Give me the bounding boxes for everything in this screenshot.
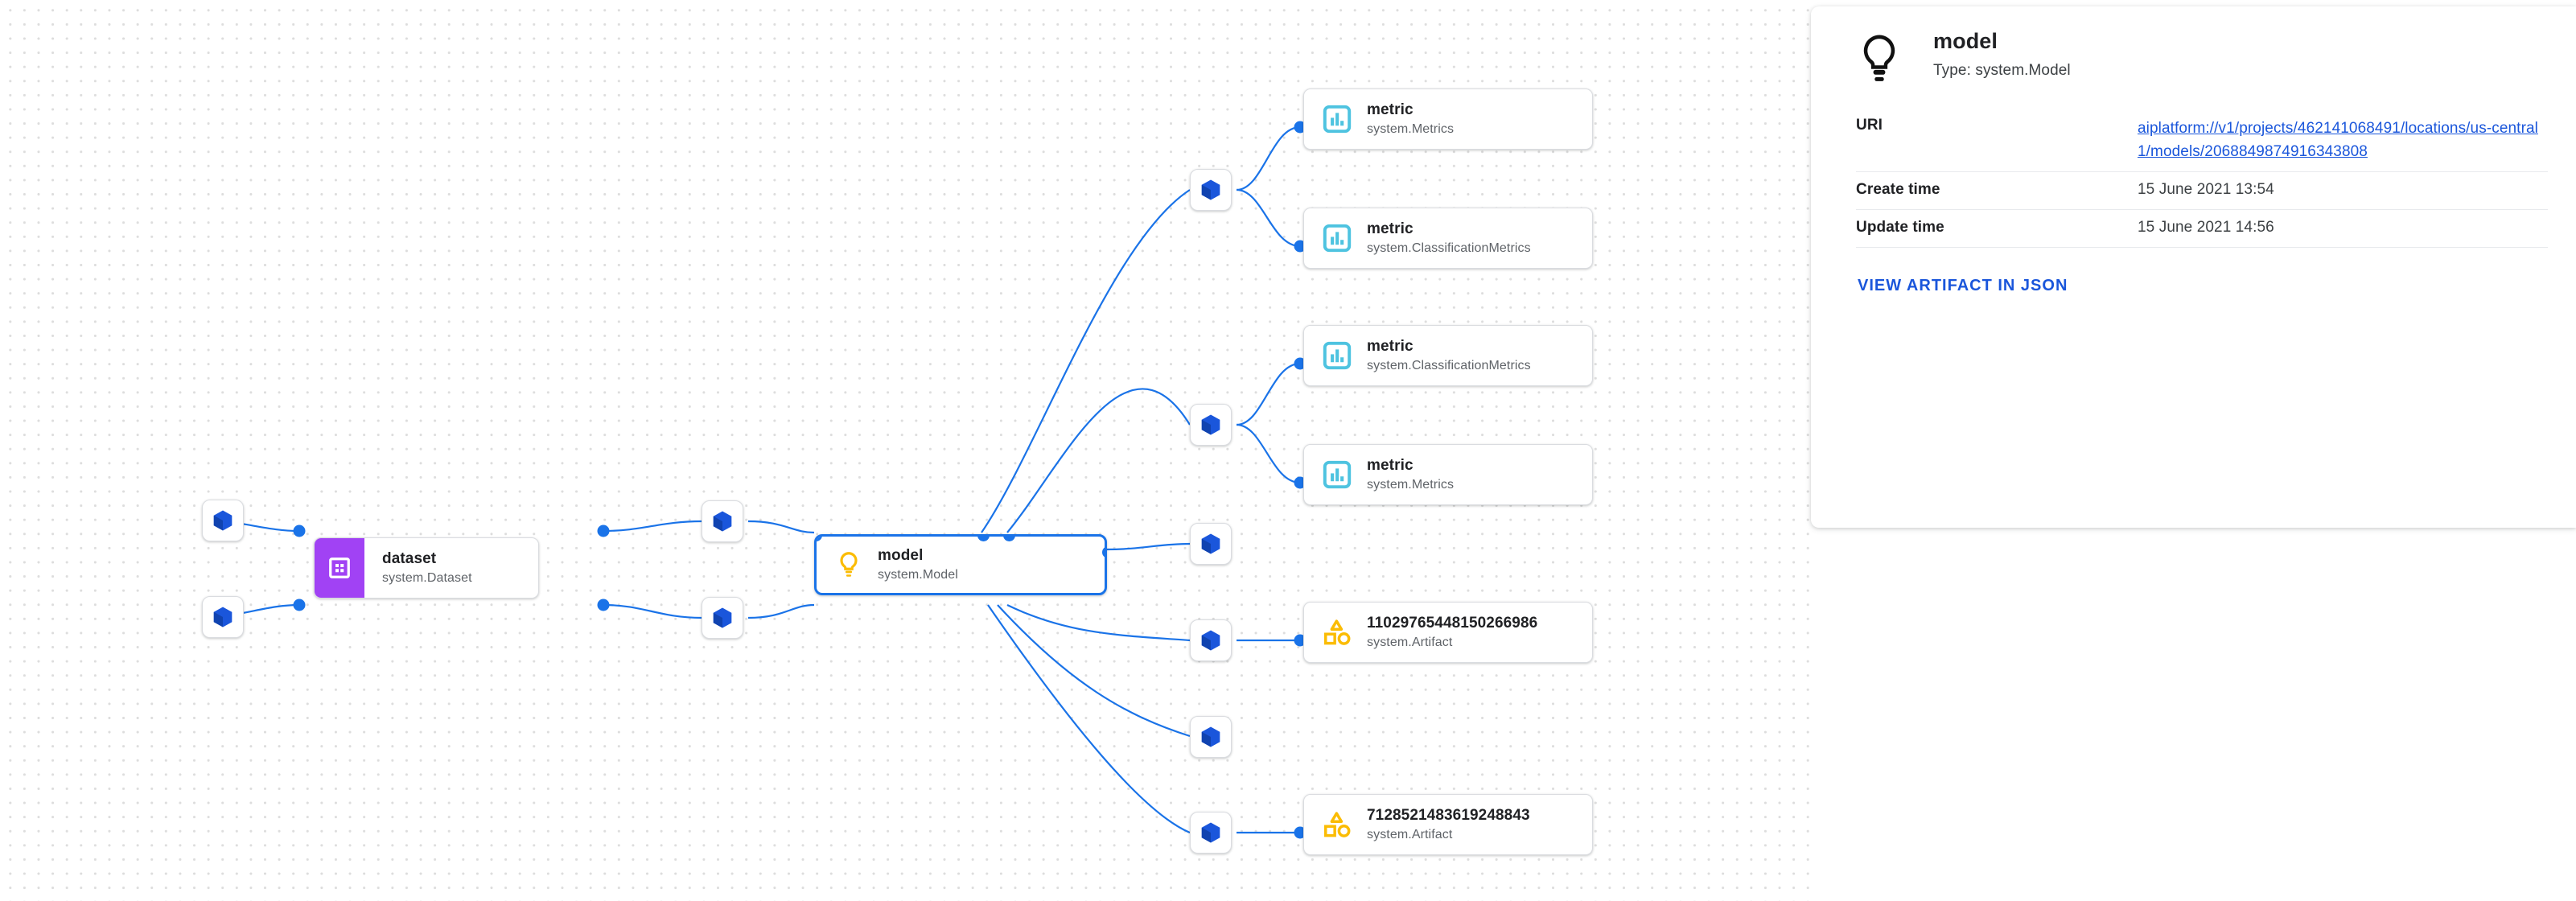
node-cube-mid-2[interactable] [702,597,743,639]
node-subtitle: system.Artifact [1367,636,1453,650]
bar-chart-icon [1322,223,1352,253]
uri-link[interactable]: aiplatform://v1/projects/462141068491/lo… [2138,120,2538,160]
shapes-icon [1322,617,1352,648]
cube-icon [1199,178,1223,202]
row-key: Update time [1856,209,2138,248]
table-row: Create time 15 June 2021 13:54 [1856,171,2548,210]
node-cube-out-6[interactable] [1190,812,1232,854]
node-subtitle: system.Artifact [1367,828,1453,842]
node-cube-in-2[interactable] [202,596,244,638]
node-port [1084,593,1096,595]
node-cube-mid-1[interactable] [702,500,743,542]
shapes-icon [1322,809,1352,840]
node-dataset[interactable]: dataset system.Dataset [314,537,539,599]
row-key: URI [1856,108,2138,172]
row-value: 15 June 2021 13:54 [2138,171,2548,210]
node-port [977,537,990,541]
lightbulb-icon [1856,34,1903,84]
node-port [1000,593,1012,595]
node-title: metric [1367,456,1414,474]
panel-type-line: Type: system.Model [1933,62,2071,79]
lineage-graph-page: dataset system.Dataset model system.Mode… [0,0,2576,901]
node-subtitle: system.ClassificationMetrics [1367,359,1531,373]
row-value: 15 June 2021 14:56 [2138,209,2548,248]
node-metric-2[interactable]: metric system.ClassificationMetrics [1303,208,1593,269]
node-subtitle: system.Metrics [1367,122,1455,137]
view-artifact-in-json-button[interactable]: VIEW ARTIFACT IN JSON [1858,277,2068,295]
cube-icon [710,509,735,533]
bar-chart-icon [1322,459,1352,490]
node-subtitle: system.Metrics [1367,478,1455,492]
node-cube-out-2[interactable] [1190,404,1232,446]
node-port [1003,537,1015,541]
node-title: metric [1367,337,1414,355]
node-port [817,537,822,541]
dataset-swatch [315,538,364,598]
node-title: model [878,546,924,564]
node-model[interactable]: model system.Model [814,534,1107,595]
cube-icon [1199,532,1223,556]
node-title: 11029765448150266986 [1367,614,1538,632]
bar-chart-icon [1322,340,1352,371]
cube-icon [1199,628,1223,652]
node-cube-out-5[interactable] [1190,716,1232,758]
details-table: URI aiplatform://v1/projects/46214106849… [1856,108,2548,248]
artifact-details-panel: model Type: system.Model URI aiplatform:… [1811,6,2576,528]
node-metric-3[interactable]: metric system.ClassificationMetrics [1303,325,1593,386]
node-port [984,593,996,595]
table-row: URI aiplatform://v1/projects/46214106849… [1856,108,2548,172]
graph-canvas[interactable]: dataset system.Dataset model system.Mode… [0,0,1810,901]
node-subtitle: system.Model [878,568,958,582]
panel-header: model Type: system.Model [1811,6,2576,84]
bar-chart-icon [1322,104,1352,134]
node-cube-in-1[interactable] [202,500,244,541]
node-port [1102,546,1105,558]
node-cube-out-3[interactable] [1190,523,1232,565]
table-grid-icon [329,557,350,578]
panel-title: model [1933,29,1998,53]
node-artifact-1[interactable]: 11029765448150266986 system.Artifact [1303,602,1593,663]
cube-icon [1199,821,1223,845]
cube-icon [211,508,235,533]
node-cube-out-1[interactable] [1190,169,1232,211]
cube-icon [1199,413,1223,437]
node-title: dataset [382,549,437,567]
node-metric-4[interactable]: metric system.Metrics [1303,444,1593,505]
node-title: metric [1367,101,1414,118]
node-title: metric [1367,220,1414,237]
node-metric-1[interactable]: metric system.Metrics [1303,88,1593,150]
table-row: Update time 15 June 2021 14:56 [1856,209,2548,248]
cube-icon [1199,725,1223,749]
cube-icon [211,605,235,629]
node-cube-out-4[interactable] [1190,619,1232,661]
node-port [814,593,822,595]
row-value: aiplatform://v1/projects/462141068491/lo… [2138,108,2548,172]
node-subtitle: system.ClassificationMetrics [1367,241,1531,256]
node-title: 7128521483619248843 [1367,806,1530,824]
cube-icon [710,606,735,630]
node-subtitle: system.Dataset [382,571,472,586]
lightbulb-icon [834,550,863,579]
row-key: Create time [1856,171,2138,210]
node-artifact-2[interactable]: 7128521483619248843 system.Artifact [1303,794,1593,855]
